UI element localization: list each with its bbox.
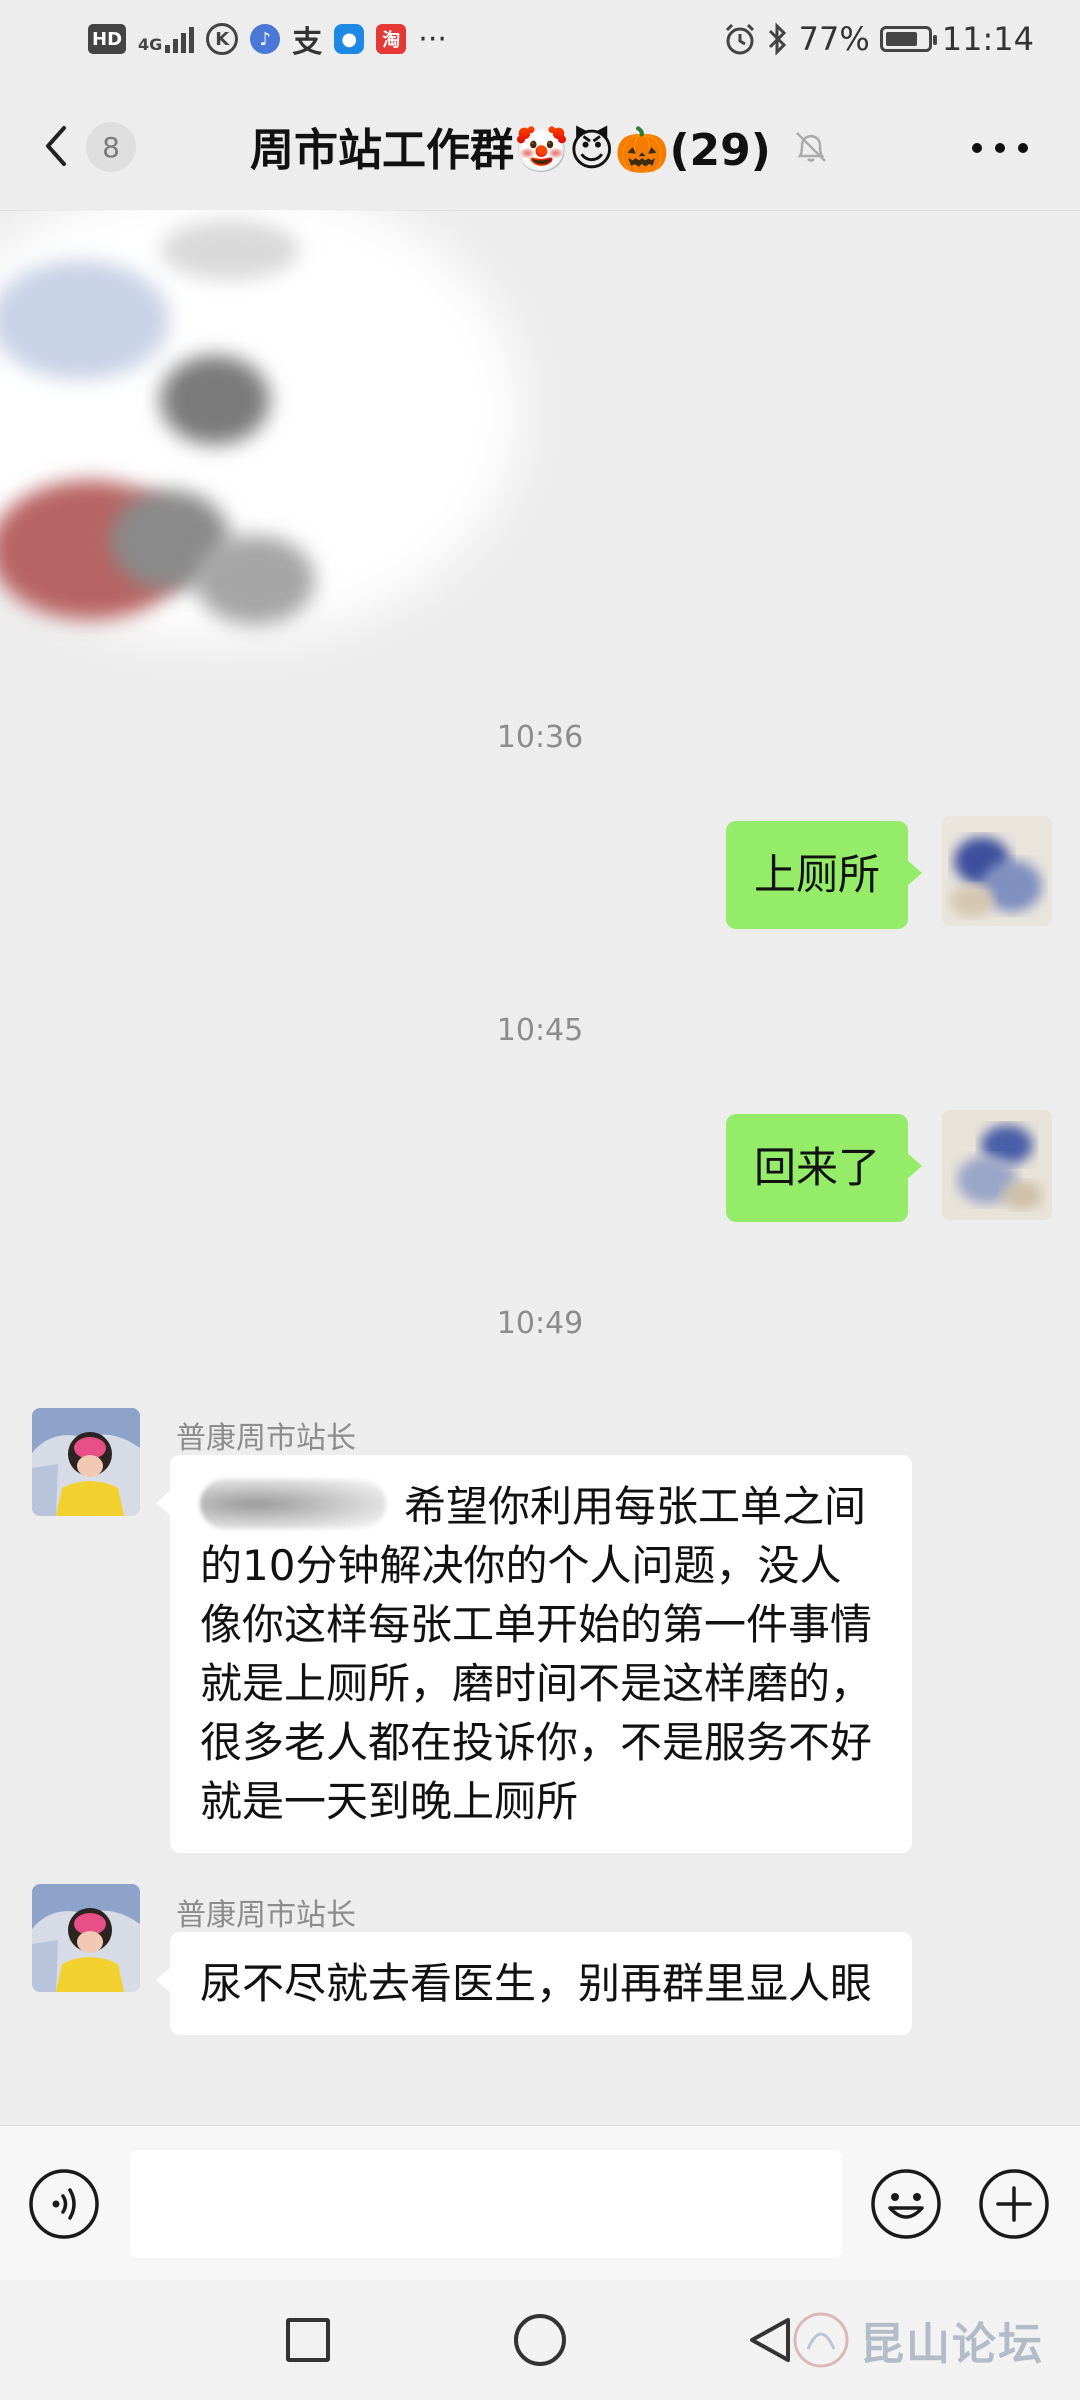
- watermark-logo-icon: [793, 2312, 849, 2368]
- back-button[interactable]: [36, 116, 76, 176]
- add-attachment-button[interactable]: [978, 2168, 1050, 2240]
- recent-apps-button[interactable]: [286, 2318, 330, 2362]
- chat-message-list[interactable]: 10:36 上厕所 10:45 回来了 10:49 普康周市站长 希望你利用每张…: [0, 210, 1080, 2125]
- message-text: 希望你利用每张工单之间的10分钟解决你的个人问题，没人像你这样每张工单开始的第一…: [200, 1482, 873, 1826]
- chevron-left-icon: [46, 126, 66, 166]
- timestamp: 10:49: [496, 1306, 584, 1341]
- status-bar: HD 4G K ♪ 支 ● 淘 ··· 77% 11:14: [0, 0, 1080, 78]
- unread-count-badge: 8: [86, 122, 136, 172]
- alarm-icon: [725, 23, 754, 55]
- sender-avatar-image: [32, 1408, 140, 1516]
- bulb-icon: ●: [334, 24, 365, 54]
- self-avatar[interactable]: [942, 816, 1052, 926]
- outgoing-message-bubble[interactable]: 回来了: [725, 1114, 923, 1222]
- k-icon: K: [206, 23, 239, 55]
- watermark-text: 昆山论坛: [860, 2319, 1044, 2370]
- self-avatar[interactable]: [942, 1110, 1052, 1220]
- battery-percent: 77%: [798, 20, 870, 58]
- self-avatar-image: [942, 816, 1052, 926]
- outgoing-message-bubble[interactable]: 上厕所: [725, 821, 923, 929]
- message-text: 尿不尽就去看医生，别再群里显人眼: [200, 1959, 873, 2008]
- forum-watermark: 昆山论坛: [790, 2300, 1044, 2380]
- more-dot: [995, 143, 1005, 153]
- sender-avatar[interactable]: [32, 1408, 140, 1516]
- censored-mention: [200, 1479, 386, 1529]
- sender-name: 普康周市站长: [176, 1898, 356, 1933]
- home-button[interactable]: [514, 2314, 566, 2366]
- incoming-message-bubble[interactable]: 希望你利用每张工单之间的10分钟解决你的个人问题，没人像你这样每张工单开始的第一…: [156, 1455, 912, 1853]
- system-back-button[interactable]: [744, 2314, 796, 2366]
- hd-badge: HD: [88, 24, 127, 54]
- battery-icon: [879, 26, 937, 52]
- more-options-button[interactable]: [972, 138, 1028, 158]
- battery-fill: [885, 32, 917, 46]
- more-dot: [972, 143, 982, 153]
- more-dot: [1018, 143, 1028, 153]
- alipay-icon: 支: [292, 25, 323, 60]
- sender-name: 普康周市站长: [176, 1421, 356, 1456]
- voice-input-button[interactable]: [28, 2168, 100, 2240]
- more-notifications-icon: ···: [418, 21, 447, 57]
- input-bar: [0, 2125, 1080, 2281]
- timestamp: 10:36: [496, 720, 584, 755]
- network-type: 4G: [138, 25, 195, 53]
- chat-header: 8 周市站工作群🤡😈🎃(29): [0, 78, 1080, 211]
- censored-image-message[interactable]: [0, 210, 560, 680]
- status-right: 77% 11:14: [723, 14, 1034, 64]
- sender-avatar-image: [32, 1884, 140, 1992]
- sender-avatar[interactable]: [32, 1884, 140, 1992]
- self-avatar-image: [942, 1110, 1052, 1220]
- message-input[interactable]: [130, 2150, 842, 2258]
- taobao-icon: 淘: [376, 24, 407, 54]
- status-time: 11:14: [941, 20, 1034, 58]
- bluetooth-icon: [768, 22, 786, 56]
- music-icon: ♪: [250, 24, 281, 54]
- mute-bell-icon: [796, 132, 826, 162]
- signal-icon: [165, 25, 195, 53]
- status-left: HD 4G K ♪ 支 ● 淘 ···: [88, 14, 447, 64]
- incoming-message-bubble[interactable]: 尿不尽就去看医生，别再群里显人眼: [156, 1932, 912, 2035]
- system-navigation-bar: 昆山论坛: [0, 2280, 1080, 2400]
- chat-title: 周市站工作群🤡😈🎃(29): [250, 125, 771, 176]
- emoji-button[interactable]: [870, 2168, 942, 2240]
- timestamp: 10:45: [496, 1013, 584, 1048]
